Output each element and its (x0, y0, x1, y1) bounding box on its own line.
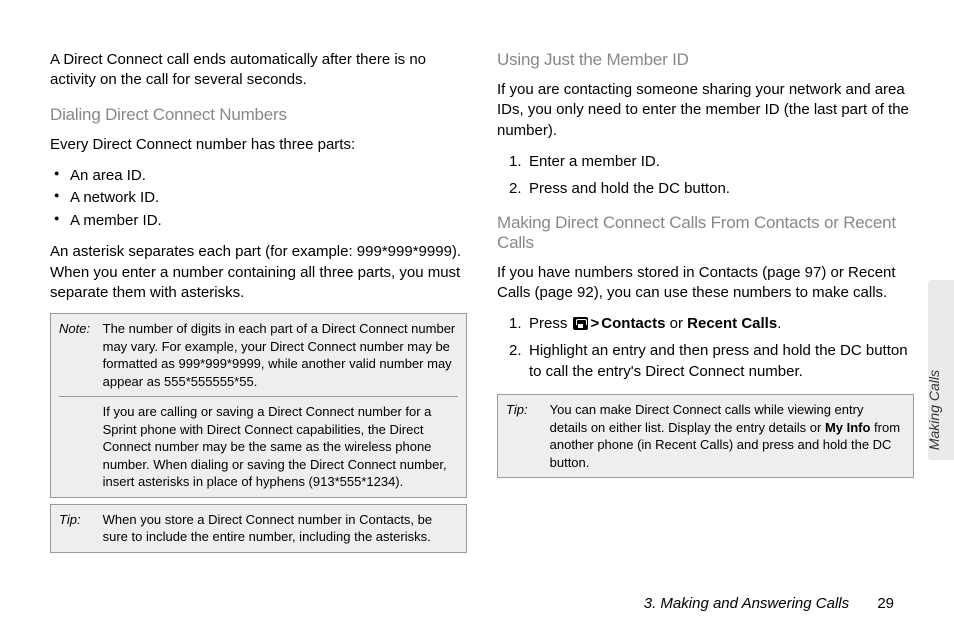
home-icon (573, 317, 588, 330)
chapter-title: 3. Making and Answering Calls (644, 595, 849, 612)
asterisk-paragraph: An asterisk separates each part (for exa… (50, 242, 467, 303)
text-fragment: or (665, 315, 687, 332)
right-column: Using Just the Member ID If you are cont… (497, 50, 914, 559)
step-text: Enter a member ID. (529, 153, 660, 170)
note-box: Note: The number of digits in each part … (50, 313, 467, 498)
page-footer: 3. Making and Answering Calls 29 (644, 595, 894, 612)
text-fragment: You can make Direct Connect calls while … (550, 402, 864, 435)
note-text-2: If you are calling or saving a Direct Co… (103, 403, 456, 491)
note-divider (59, 396, 458, 397)
note-spacer (59, 403, 99, 421)
step-item: 1. Press >Contacts or Recent Calls. (509, 313, 914, 334)
step-text: Highlight an entry and then press and ho… (529, 342, 908, 380)
intro-paragraph: A Direct Connect call ends automatically… (50, 50, 467, 91)
text-fragment: . (777, 315, 781, 332)
tip-box-left: Tip: When you store a Direct Connect num… (50, 504, 467, 553)
heading-dialing: Dialing Direct Connect Numbers (50, 105, 467, 125)
greater-than-icon: > (589, 315, 602, 332)
note-label: Note: (59, 320, 99, 338)
step-text: Press >Contacts or Recent Calls. (529, 315, 781, 332)
tip-text: You can make Direct Connect calls while … (550, 401, 903, 471)
member-steps: 1.Enter a member ID. 2.Press and hold th… (509, 151, 914, 199)
tip-text: When you store a Direct Connect number i… (103, 511, 456, 546)
recent-calls-label: Recent Calls (687, 315, 777, 332)
heading-contacts: Making Direct Connect Calls From Contact… (497, 213, 914, 253)
step-item: 2.Press and hold the DC button. (509, 178, 914, 199)
step-text: Press and hold the DC button. (529, 180, 730, 197)
tip-label: Tip: (506, 401, 546, 419)
contacts-label: Contacts (601, 315, 665, 332)
text-fragment: Press (529, 315, 572, 332)
member-paragraph: If you are contacting someone sharing yo… (497, 80, 914, 141)
step-item: 1.Enter a member ID. (509, 151, 914, 172)
list-item: A member ID. (54, 210, 467, 233)
page-number: 29 (877, 595, 894, 612)
list-item: A network ID. (54, 187, 467, 210)
side-section-label: Making Calls (926, 370, 942, 450)
parts-intro: Every Direct Connect number has three pa… (50, 135, 467, 155)
step-item: 2.Highlight an entry and then press and … (509, 340, 914, 382)
tip-box-right: Tip: You can make Direct Connect calls w… (497, 394, 914, 478)
tip-label: Tip: (59, 511, 99, 529)
my-info-label: My Info (825, 420, 871, 435)
heading-member-id: Using Just the Member ID (497, 50, 914, 70)
contacts-steps: 1. Press >Contacts or Recent Calls. 2.Hi… (509, 313, 914, 382)
parts-list: An area ID. A network ID. A member ID. (54, 165, 467, 233)
note-text-1: The number of digits in each part of a D… (103, 320, 456, 390)
contacts-paragraph: If you have numbers stored in Contacts (… (497, 263, 914, 304)
left-column: A Direct Connect call ends automatically… (50, 50, 467, 559)
list-item: An area ID. (54, 165, 467, 188)
